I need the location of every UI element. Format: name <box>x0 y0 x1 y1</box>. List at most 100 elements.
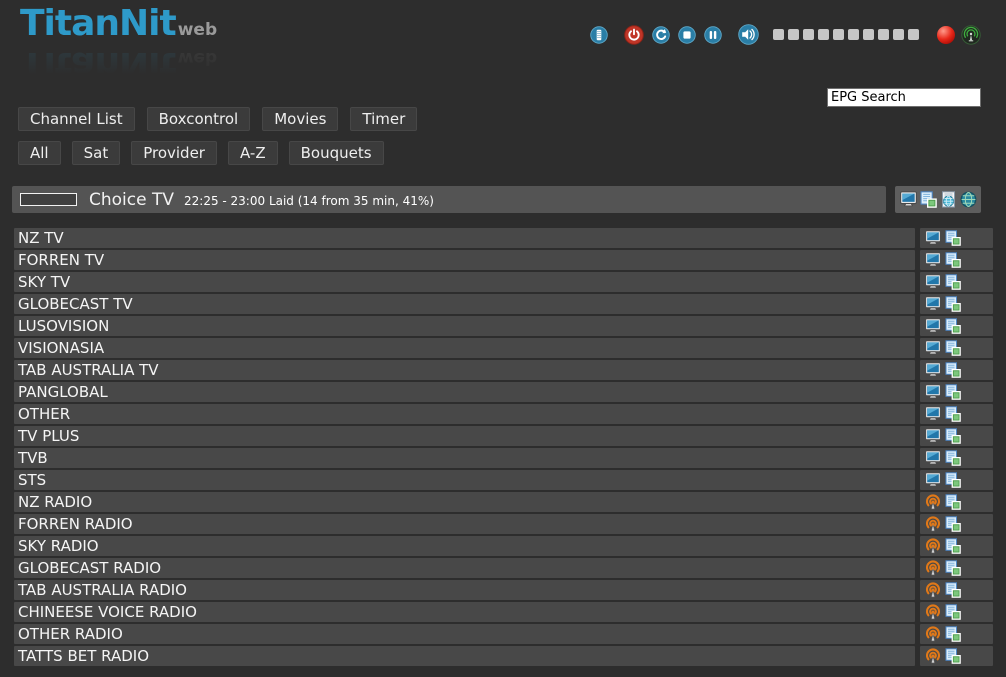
epg-list-icon[interactable] <box>945 582 961 598</box>
tv-icon[interactable] <box>925 406 941 422</box>
epg-list-icon[interactable] <box>945 516 961 532</box>
volume-segment[interactable] <box>818 29 829 40</box>
tv-icon[interactable] <box>925 384 941 400</box>
channel-row-bar[interactable]: GLOBECAST RADIO <box>14 558 915 578</box>
tv-icon[interactable] <box>925 340 941 356</box>
stream-icon[interactable] <box>961 25 981 45</box>
epg-list-icon[interactable] <box>945 384 961 400</box>
channel-row-bar[interactable]: CHINEESE VOICE RADIO <box>14 602 915 622</box>
channel-row-bar[interactable]: OTHER RADIO <box>14 624 915 644</box>
channel-row-bar[interactable]: TV PLUS <box>14 426 915 446</box>
tv-icon[interactable] <box>925 318 941 334</box>
epg-list-icon[interactable] <box>920 191 937 208</box>
channel-row: TAB AUSTRALIA RADIO <box>14 580 993 600</box>
control-toolbar <box>590 24 981 45</box>
radio-icon[interactable] <box>925 604 941 620</box>
channel-row-bar[interactable]: TAB AUSTRALIA TV <box>14 360 915 380</box>
channel-row-actions <box>920 558 993 578</box>
tv-icon[interactable] <box>925 362 941 378</box>
epg-list-icon[interactable] <box>945 560 961 576</box>
filter-all-button[interactable]: All <box>18 141 61 165</box>
power-icon[interactable] <box>624 25 644 45</box>
epg-list-icon[interactable] <box>945 472 961 488</box>
pause-icon[interactable] <box>704 26 722 44</box>
epg-list-icon[interactable] <box>945 626 961 642</box>
volume-segment[interactable] <box>773 29 784 40</box>
volume-segment[interactable] <box>878 29 889 40</box>
tv-icon[interactable] <box>925 428 941 444</box>
channel-row-bar[interactable]: LUSOVISION <box>14 316 915 336</box>
tv-icon[interactable] <box>925 274 941 290</box>
volume-segment[interactable] <box>893 29 904 40</box>
volume-segment[interactable] <box>863 29 874 40</box>
radio-icon[interactable] <box>925 516 941 532</box>
radio-icon[interactable] <box>925 560 941 576</box>
nav-timer-button[interactable]: Timer <box>350 107 417 131</box>
channel-row-bar[interactable]: FORREN RADIO <box>14 514 915 534</box>
nav-channel-list-button[interactable]: Channel List <box>18 107 135 131</box>
channel-row-actions <box>920 426 993 446</box>
epg-list-icon[interactable] <box>945 230 961 246</box>
tv-icon[interactable] <box>925 252 941 268</box>
volume-icon[interactable] <box>738 24 759 45</box>
epg-list-icon[interactable] <box>945 340 961 356</box>
nav-boxcontrol-button[interactable]: Boxcontrol <box>147 107 251 131</box>
stop-icon[interactable] <box>678 26 696 44</box>
channel-row-bar[interactable]: STS <box>14 470 915 490</box>
tv-icon[interactable] <box>925 472 941 488</box>
volume-segment[interactable] <box>908 29 919 40</box>
volume-segment[interactable] <box>833 29 844 40</box>
tv-icon[interactable] <box>925 450 941 466</box>
epg-list-icon[interactable] <box>945 274 961 290</box>
channel-row-bar[interactable]: OTHER <box>14 404 915 424</box>
channel-row-bar[interactable]: SKY RADIO <box>14 536 915 556</box>
epg-list-icon[interactable] <box>945 296 961 312</box>
volume-segment[interactable] <box>848 29 859 40</box>
radio-icon[interactable] <box>925 648 941 664</box>
nav-movies-button[interactable]: Movies <box>262 107 338 131</box>
channel-row-bar[interactable]: TVB <box>14 448 915 468</box>
tv-preview-icon[interactable] <box>900 191 917 208</box>
globe-icon[interactable] <box>960 191 977 208</box>
channel-row: OTHER RADIO <box>14 624 993 644</box>
channel-row: TATTS BET RADIO <box>14 646 993 666</box>
channel-row-bar[interactable]: PANGLOBAL <box>14 382 915 402</box>
channel-row: TAB AUSTRALIA TV <box>14 360 993 380</box>
filter-provider-button[interactable]: Provider <box>131 141 217 165</box>
channel-row-bar[interactable]: VISIONASIA <box>14 338 915 358</box>
channel-name: TAB AUSTRALIA RADIO <box>18 581 187 599</box>
radio-icon[interactable] <box>925 626 941 642</box>
epg-list-icon[interactable] <box>945 494 961 510</box>
epg-list-icon[interactable] <box>945 538 961 554</box>
epg-list-icon[interactable] <box>945 648 961 664</box>
epg-list-icon[interactable] <box>945 604 961 620</box>
channel-row-bar[interactable]: TAB AUSTRALIA RADIO <box>14 580 915 600</box>
epg-list-icon[interactable] <box>945 362 961 378</box>
epg-search-input[interactable] <box>827 88 981 107</box>
volume-segment[interactable] <box>788 29 799 40</box>
tv-icon[interactable] <box>925 230 941 246</box>
tv-icon[interactable] <box>925 296 941 312</box>
remote-icon[interactable] <box>590 26 608 44</box>
channel-row-bar[interactable]: FORREN TV <box>14 250 915 270</box>
radio-icon[interactable] <box>925 538 941 554</box>
filter-az-button[interactable]: A-Z <box>228 141 278 165</box>
filter-bouquets-button[interactable]: Bouquets <box>289 141 384 165</box>
webtv-icon[interactable] <box>940 191 957 208</box>
channel-row-bar[interactable]: TATTS BET RADIO <box>14 646 915 666</box>
channel-row-bar[interactable]: NZ TV <box>14 228 915 248</box>
radio-icon[interactable] <box>925 494 941 510</box>
record-icon[interactable] <box>937 26 955 44</box>
epg-list-icon[interactable] <box>945 450 961 466</box>
refresh-icon[interactable] <box>652 26 670 44</box>
channel-row-bar[interactable]: SKY TV <box>14 272 915 292</box>
epg-list-icon[interactable] <box>945 252 961 268</box>
epg-list-icon[interactable] <box>945 428 961 444</box>
filter-sat-button[interactable]: Sat <box>72 141 121 165</box>
epg-list-icon[interactable] <box>945 318 961 334</box>
channel-row-bar[interactable]: GLOBECAST TV <box>14 294 915 314</box>
channel-row-bar[interactable]: NZ RADIO <box>14 492 915 512</box>
radio-icon[interactable] <box>925 582 941 598</box>
epg-list-icon[interactable] <box>945 406 961 422</box>
volume-segment[interactable] <box>803 29 814 40</box>
